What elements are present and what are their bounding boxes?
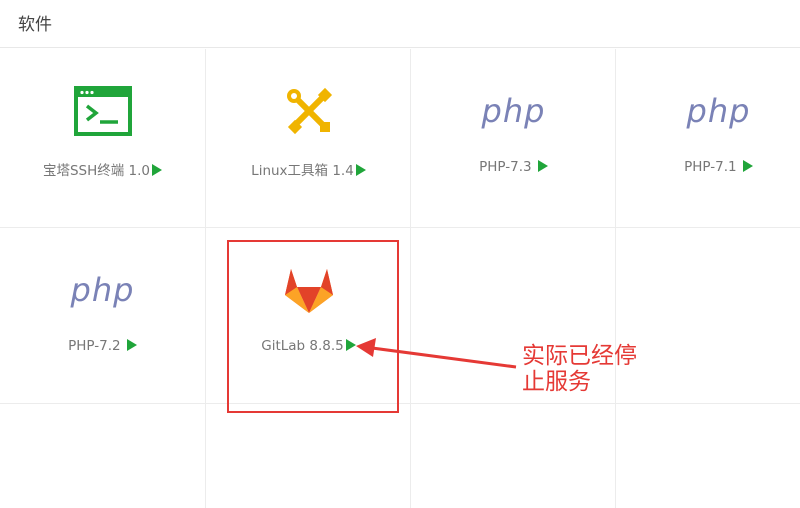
annotation-arrow — [356, 338, 517, 369]
annotation-text: 实际已经停 止服务 — [522, 343, 637, 395]
